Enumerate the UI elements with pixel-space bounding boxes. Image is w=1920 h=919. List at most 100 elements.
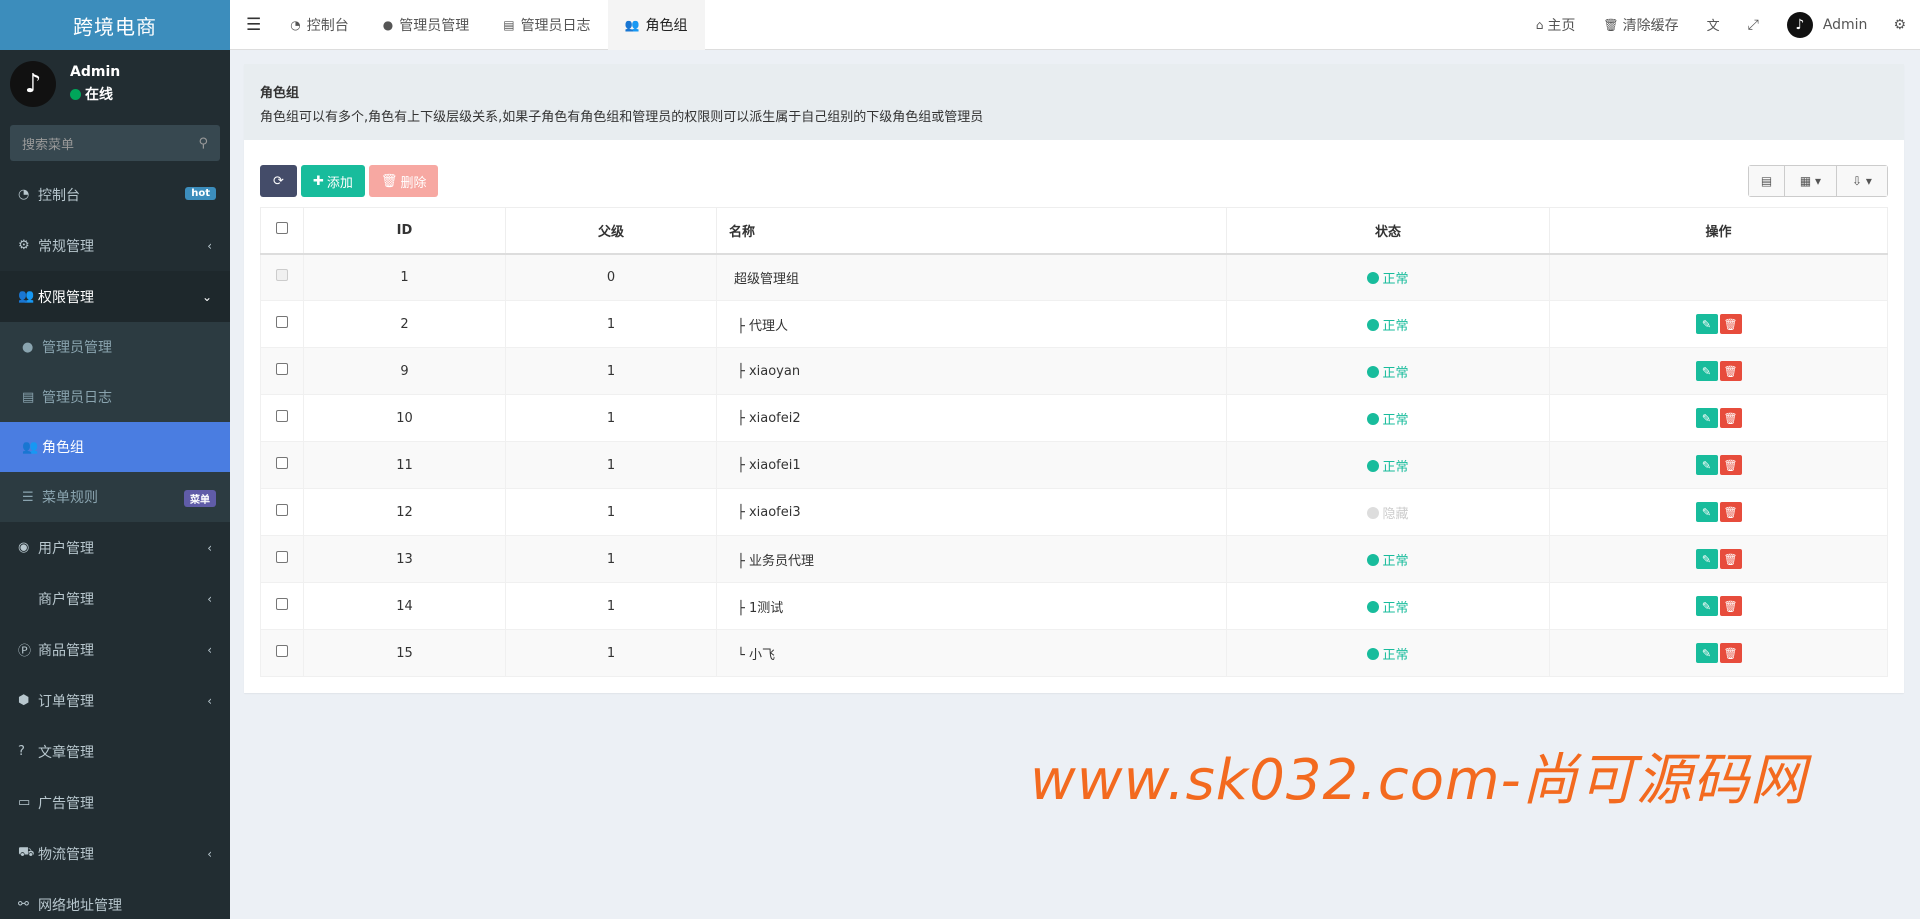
row-checkbox[interactable] [276,598,288,610]
pencil-icon: ✎ [1701,364,1712,378]
row-checkbox[interactable] [276,316,288,328]
tab-group[interactable]: 👥 角色组 [607,0,705,50]
table-row[interactable]: 14 1 ├ 1测试 正常 ✎ 🗑 [260,582,1888,630]
delete-row-button[interactable]: 🗑 [1719,549,1742,569]
refresh-button[interactable]: ⟳ [260,165,297,197]
columns-button[interactable]: ▦ ▾ [1785,166,1837,196]
status-badge: 正常 [1367,412,1409,428]
sidebar-item-group[interactable]: 👥 角色组 [0,422,230,472]
edit-button[interactable]: ✎ [1695,549,1718,569]
status-label: 隐藏 [1382,506,1409,522]
sidebar-item-rule[interactable]: ☰ 菜单规则 菜单 [0,472,230,522]
cell-status: 隐藏 [1226,488,1550,536]
sidebar-item-general[interactable]: ⚙ 常规管理 ‹ [0,220,230,271]
sidebar-toggle-icon[interactable]: ☰ [230,0,273,50]
row-checkbox[interactable] [276,457,288,469]
table-row[interactable]: 15 1 └ 小飞 正常 ✎ 🗑 [260,629,1888,677]
table-row[interactable]: 2 1 ├ 代理人 正常 ✎ 🗑 [260,300,1888,348]
delete-row-button[interactable]: 🗑 [1719,455,1742,475]
delete-button[interactable]: 🗑 删除 [368,165,439,197]
status-label: 正常 [1382,318,1409,334]
sidebar-item-label: 网络地址管理 [38,897,122,914]
sidebar-item-admin[interactable]: ● 管理员管理 [0,322,230,372]
cell-status: 正常 [1226,582,1550,630]
delete-row-button[interactable]: 🗑 [1719,596,1742,616]
trash-icon: 🗑 [1603,17,1619,32]
delete-row-button[interactable]: 🗑 [1719,361,1742,381]
row-checkbox[interactable] [276,551,288,563]
sidebar-item-product[interactable]: Ⓟ 商品管理 ‹ [0,624,230,675]
edit-button[interactable]: ✎ [1695,643,1718,663]
sidebar-item-label: 商户管理 [38,591,94,608]
search-placeholder: 搜索菜单 [22,137,75,153]
table-row[interactable]: 11 1 ├ xiaofei1 正常 ✎ 🗑 [260,441,1888,489]
cell-id: 10 [303,394,506,442]
table-row[interactable]: 12 1 ├ xiaofei3 隐藏 ✎ 🗑 [260,488,1888,536]
admin-menu[interactable]: ♪ Admin [1773,0,1882,50]
col-parent[interactable]: 父级 [505,207,717,255]
clear-cache-label: 清除缓存 [1622,17,1679,34]
select-all-checkbox[interactable] [276,222,288,235]
status-badge: 正常 [1367,600,1409,616]
sidebar-item-merchant[interactable]: 商户管理 ‹ [0,573,230,624]
sidebar-item-logistics[interactable]: ⛟ 物流管理 ‹ [0,828,230,879]
sidebar: 跨境电商 ♪ Admin 在线 搜索菜单 ⚲ ◔ 控制台 hot ⚙ 常规管理 … [0,0,230,919]
status-label: 正常 [1382,553,1409,569]
status-label: 正常 [1382,271,1409,287]
delete-row-button[interactable]: 🗑 [1719,643,1742,663]
tab-adminlog[interactable]: ▤ 管理员日志 [486,0,607,50]
tab-dashboard[interactable]: ◔ 控制台 [273,0,365,50]
delete-row-button[interactable]: 🗑 [1719,408,1742,428]
sidebar-item-article[interactable]: ? 文章管理 [0,726,230,777]
col-id[interactable]: ID [303,207,506,255]
row-checkbox[interactable] [276,504,288,516]
add-button[interactable]: ✚ 添加 [301,165,365,197]
sidebar-item-permission[interactable]: 👥 权限管理 ⌄ [0,271,230,322]
search-icon[interactable]: ⚲ [198,136,208,151]
sidebar-item-dashboard[interactable]: ◔ 控制台 hot [0,169,230,220]
cell-ops: ✎ 🗑 [1549,300,1888,348]
cogs-icon: ⚙ [18,238,30,253]
toggle-view-button[interactable]: ▤ [1749,166,1785,196]
table-row[interactable]: 9 1 ├ xiaoyan 正常 ✎ 🗑 [260,347,1888,395]
clear-cache-button[interactable]: 🗑 清除缓存 [1589,0,1692,50]
tab-admin[interactable]: ● 管理员管理 [366,0,486,50]
col-status[interactable]: 状态 [1226,207,1550,255]
app-logo[interactable]: 跨境电商 [0,0,230,50]
chevron-down-icon: ⌄ [201,289,212,304]
row-checkbox[interactable] [276,363,288,375]
status-dot-icon [1367,459,1380,472]
cell-status: 正常 [1226,300,1550,348]
settings-icon[interactable]: ⚙ [1881,0,1920,50]
edit-button[interactable]: ✎ [1695,408,1718,428]
table-row[interactable]: 1 0 超级管理组 正常 [260,253,1888,301]
home-link[interactable]: ⌂ 主页 [1522,0,1590,50]
row-checkbox[interactable] [276,645,288,657]
row-checkbox[interactable] [276,410,288,422]
sidebar-item-label: 商品管理 [38,642,94,659]
cell-name: ├ xiaofei1 [716,441,1227,489]
sidebar-item-adminlog[interactable]: ▤ 管理员日志 [0,372,230,422]
delete-row-button[interactable]: 🗑 [1719,502,1742,522]
edit-button[interactable]: ✎ [1695,314,1718,334]
edit-button[interactable]: ✎ [1695,596,1718,616]
sidebar-item-ads[interactable]: ▭ 广告管理 [0,777,230,828]
search-input[interactable]: 搜索菜单 ⚲ [10,125,220,161]
language-icon[interactable]: 文 [1693,0,1734,50]
edit-button[interactable]: ✎ [1695,455,1718,475]
export-button[interactable]: ⇩ ▾ [1837,166,1887,196]
delete-row-button[interactable]: 🗑 [1719,314,1742,334]
table-row[interactable]: 13 1 ├ 业务员代理 正常 ✎ 🗑 [260,535,1888,583]
sidebar-item-order[interactable]: ⬢ 订单管理 ‹ [0,675,230,726]
table-row[interactable]: 10 1 ├ xiaofei2 正常 ✎ 🗑 [260,394,1888,442]
edit-button[interactable]: ✎ [1695,361,1718,381]
fullscreen-icon[interactable]: ⤢ [1734,0,1773,50]
edit-button[interactable]: ✎ [1695,502,1718,522]
user-status: 在线 [70,84,120,104]
sidebar-item-network[interactable]: ⚯ 网络地址管理 [0,879,230,919]
col-name[interactable]: 名称 [716,207,1227,255]
sidebar-item-user[interactable]: ◉ 用户管理 ‹ [0,522,230,573]
cell-id: 15 [303,629,506,677]
cell-parent: 1 [505,629,717,677]
row-select-cell [260,582,304,630]
